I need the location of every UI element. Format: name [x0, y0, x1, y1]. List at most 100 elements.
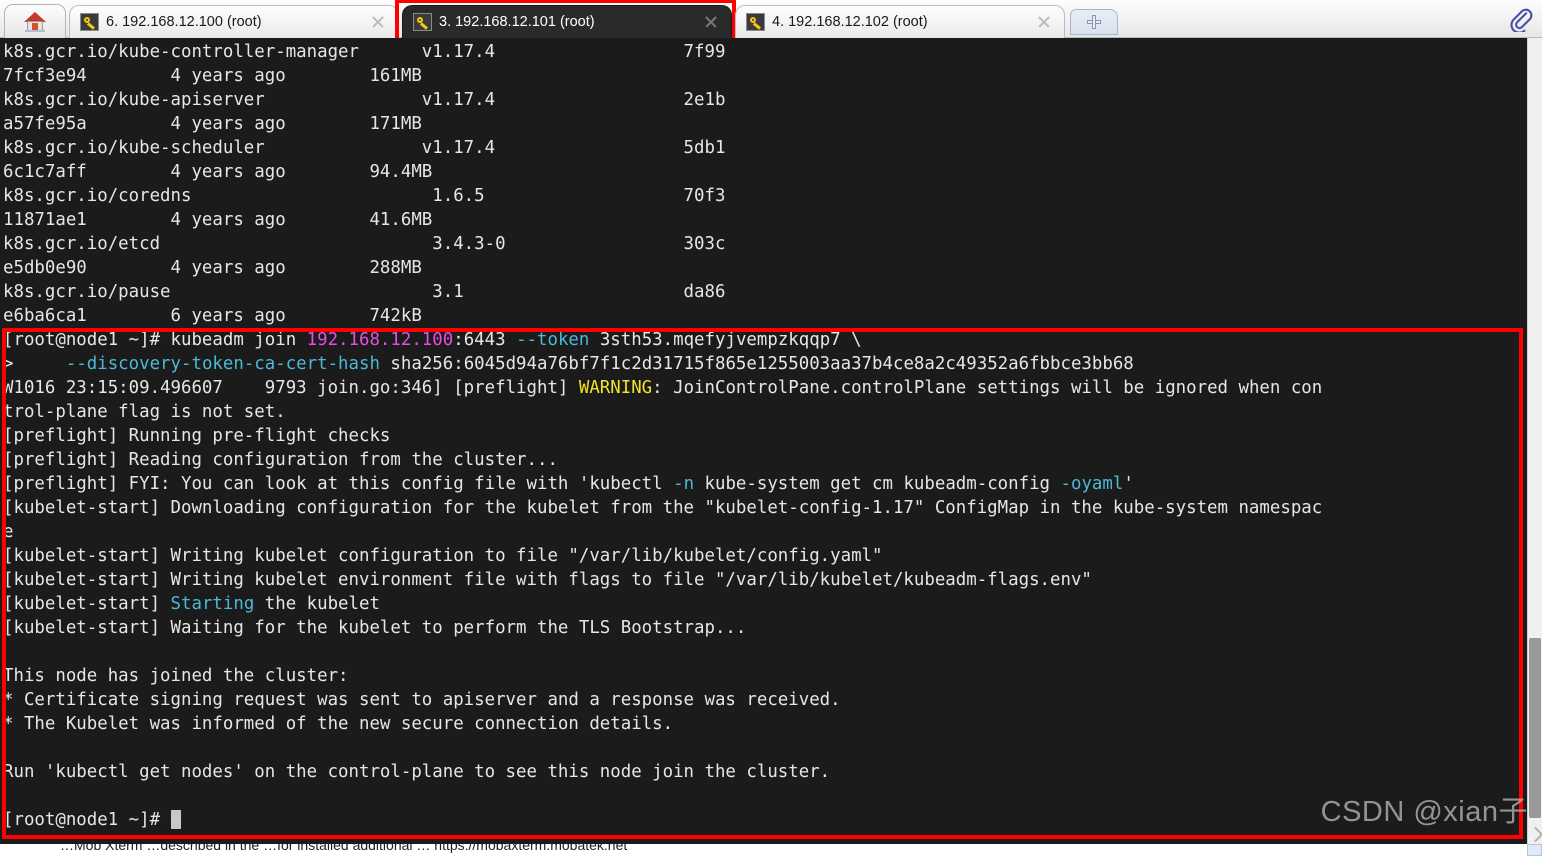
terminal-line: k8s.gcr.io/kube-scheduler v1.17.4 5db1	[3, 136, 1527, 160]
terminal-line: k8s.gcr.io/kube-apiserver v1.17.4 2e1b	[3, 88, 1527, 112]
plus-icon	[1087, 15, 1101, 29]
tab-strip: 6. 192.168.12.100 (root) 3. 192.168.12.1…	[0, 0, 1118, 42]
terminal-line: > --discovery-token-ca-cert-hash sha256:…	[3, 352, 1527, 376]
terminal-line: k8s.gcr.io/etcd 3.4.3-0 303c	[3, 232, 1527, 256]
terminal-text: e5db0e90 4 years ago 288MB	[3, 258, 422, 278]
terminal-text: * The Kubelet was informed of the new se…	[3, 714, 674, 734]
terminal-text: k8s.gcr.io/kube-controller-manager v1.17…	[3, 42, 726, 62]
terminal-text: W1016 23:15:09.496607 9793 join.go:346] …	[3, 378, 579, 398]
terminal-text: [kubelet-start] Downloading configuratio…	[3, 498, 1323, 518]
terminal-line: [root@node1 ~]# kubeadm join 192.168.12.…	[3, 328, 1527, 352]
new-tab-button[interactable]	[1070, 9, 1118, 35]
terminal-text: : JoinControlPane.controlPlane settings …	[652, 378, 1323, 398]
terminal-text: [preflight] Reading configuration from t…	[3, 450, 558, 470]
close-icon[interactable]	[703, 14, 719, 30]
close-icon[interactable]	[1036, 14, 1052, 30]
bottom-cutoff-strip: …Mob Xterm …described in the …for instal…	[0, 844, 1542, 856]
terminal-line: [preflight] FYI: You can look at this co…	[3, 472, 1527, 496]
session-tab-2[interactable]: 4. 192.168.12.102 (root)	[735, 5, 1065, 38]
terminal-text: -n	[673, 474, 695, 494]
terminal-line: k8s.gcr.io/pause 3.1 da86	[3, 280, 1527, 304]
resize-grip-icon[interactable]	[1527, 826, 1542, 843]
terminal-text: [root@node1 ~]# kubeadm join	[3, 330, 307, 350]
terminal-output[interactable]: k8s.gcr.io/kube-controller-manager v1.17…	[0, 38, 1527, 844]
terminal-line: [kubelet-start] Writing kubelet environm…	[3, 568, 1527, 592]
tab-wrap-2: 4. 192.168.12.102 (root)	[732, 0, 1065, 38]
terminal-line: 7fcf3e94 4 years ago 161MB	[3, 64, 1527, 88]
terminal-text: k8s.gcr.io/pause 3.1 da86	[3, 282, 726, 302]
terminal-text: k8s.gcr.io/coredns 1.6.5 70f3	[3, 186, 726, 206]
terminal-line: e6ba6ca1 6 years ago 742kB	[3, 304, 1527, 328]
terminal-text: k8s.gcr.io/kube-scheduler v1.17.4 5db1	[3, 138, 726, 158]
session-tab-label-1: 3. 192.168.12.101 (root)	[439, 14, 595, 30]
scrollbar-thumb[interactable]	[1529, 638, 1541, 818]
terminal-text: --discovery-token-ca-cert-hash	[65, 354, 380, 374]
terminal-text: [kubelet-start] Writing kubelet configur…	[3, 546, 883, 566]
home-tab[interactable]	[4, 4, 66, 38]
close-icon[interactable]	[370, 14, 386, 30]
terminal-line: W1016 23:15:09.496607 9793 join.go:346] …	[3, 376, 1527, 400]
terminal-line: [kubelet-start] Downloading configuratio…	[3, 496, 1527, 520]
terminal-text: -oyaml	[1060, 474, 1124, 494]
terminal-line: trol-plane flag is not set.	[3, 400, 1527, 424]
terminal-text: Starting	[170, 594, 255, 614]
key-icon	[413, 13, 432, 31]
tab-wrap-1: 3. 192.168.12.101 (root)	[395, 0, 736, 42]
terminal-frame: k8s.gcr.io/kube-controller-manager v1.17…	[0, 38, 1542, 844]
vertical-scrollbar[interactable]	[1527, 38, 1542, 844]
terminal-line: a57fe95a 4 years ago 171MB	[3, 112, 1527, 136]
terminal-line: [preflight] Reading configuration from t…	[3, 448, 1527, 472]
terminal-text: '	[1123, 474, 1134, 494]
terminal-text: [kubelet-start]	[3, 594, 171, 614]
terminal-line: [preflight] Running pre-flight checks	[3, 424, 1527, 448]
terminal-text: trol-plane flag is not set.	[3, 402, 286, 422]
terminal-text: WARNING	[578, 378, 653, 398]
text-cursor	[170, 810, 181, 829]
terminal-text: e	[3, 522, 14, 542]
terminal-text: kube-system get cm kubeadm-config	[694, 474, 1061, 494]
xshell-window: 6. 192.168.12.100 (root) 3. 192.168.12.1…	[0, 0, 1542, 856]
terminal-line: [kubelet-start] Writing kubelet configur…	[3, 544, 1527, 568]
terminal-line: This node has joined the cluster:	[3, 664, 1527, 688]
terminal-line: 6c1c7aff 4 years ago 94.4MB	[3, 160, 1527, 184]
terminal-line: Run 'kubectl get nodes' on the control-p…	[3, 760, 1527, 784]
terminal-text: e6ba6ca1 6 years ago 742kB	[3, 306, 422, 326]
bottom-cutoff-text: …Mob Xterm …described in the …for instal…	[60, 844, 628, 853]
terminal-line: k8s.gcr.io/kube-controller-manager v1.17…	[3, 40, 1527, 64]
paperclip-icon	[1510, 8, 1533, 32]
session-tab-1[interactable]: 3. 192.168.12.101 (root)	[402, 5, 732, 38]
terminal-text: a57fe95a 4 years ago 171MB	[3, 114, 422, 134]
terminal-text: k8s.gcr.io/kube-apiserver v1.17.4 2e1b	[3, 90, 726, 110]
terminal-line: e5db0e90 4 years ago 288MB	[3, 256, 1527, 280]
terminal-text: :6443	[453, 330, 517, 350]
tab-bar: 6. 192.168.12.100 (root) 3. 192.168.12.1…	[0, 0, 1542, 42]
terminal-text: 3sth53.mqefyjvempzkqqp7 \	[589, 330, 862, 350]
tab-wrap-0: 6. 192.168.12.100 (root)	[66, 0, 399, 38]
key-icon	[746, 13, 765, 31]
terminal-line: * Certificate signing request was sent t…	[3, 688, 1527, 712]
session-tab-label-2: 4. 192.168.12.102 (root)	[772, 14, 928, 30]
terminal-line: * The Kubelet was informed of the new se…	[3, 712, 1527, 736]
terminal-text: [preflight] Running pre-flight checks	[3, 426, 391, 446]
terminal-text: Run 'kubectl get nodes' on the control-p…	[3, 762, 831, 782]
key-icon	[80, 13, 99, 31]
terminal-prompt-line: [root@node1 ~]#	[3, 808, 1527, 832]
terminal-line: [kubelet-start] Starting the kubelet	[3, 592, 1527, 616]
session-tab-0[interactable]: 6. 192.168.12.100 (root)	[69, 5, 399, 38]
terminal-line: [kubelet-start] Waiting for the kubelet …	[3, 616, 1527, 640]
terminal-line: e	[3, 520, 1527, 544]
house-icon	[24, 11, 46, 32]
terminal-text: [preflight] FYI: You can look at this co…	[3, 474, 674, 494]
terminal-text: * Certificate signing request was sent t…	[3, 690, 841, 710]
watermark: CSDN @xian子	[1320, 796, 1528, 828]
terminal-text: the kubelet	[254, 594, 380, 614]
terminal-text: 7fcf3e94 4 years ago 161MB	[3, 66, 422, 86]
terminal-text: [kubelet-start] Waiting for the kubelet …	[3, 618, 747, 638]
attach-button[interactable]	[1504, 4, 1536, 34]
terminal-text: 6c1c7aff 4 years ago 94.4MB	[3, 162, 433, 182]
terminal-text: 192.168.12.100	[306, 330, 454, 350]
terminal-line: k8s.gcr.io/coredns 1.6.5 70f3	[3, 184, 1527, 208]
